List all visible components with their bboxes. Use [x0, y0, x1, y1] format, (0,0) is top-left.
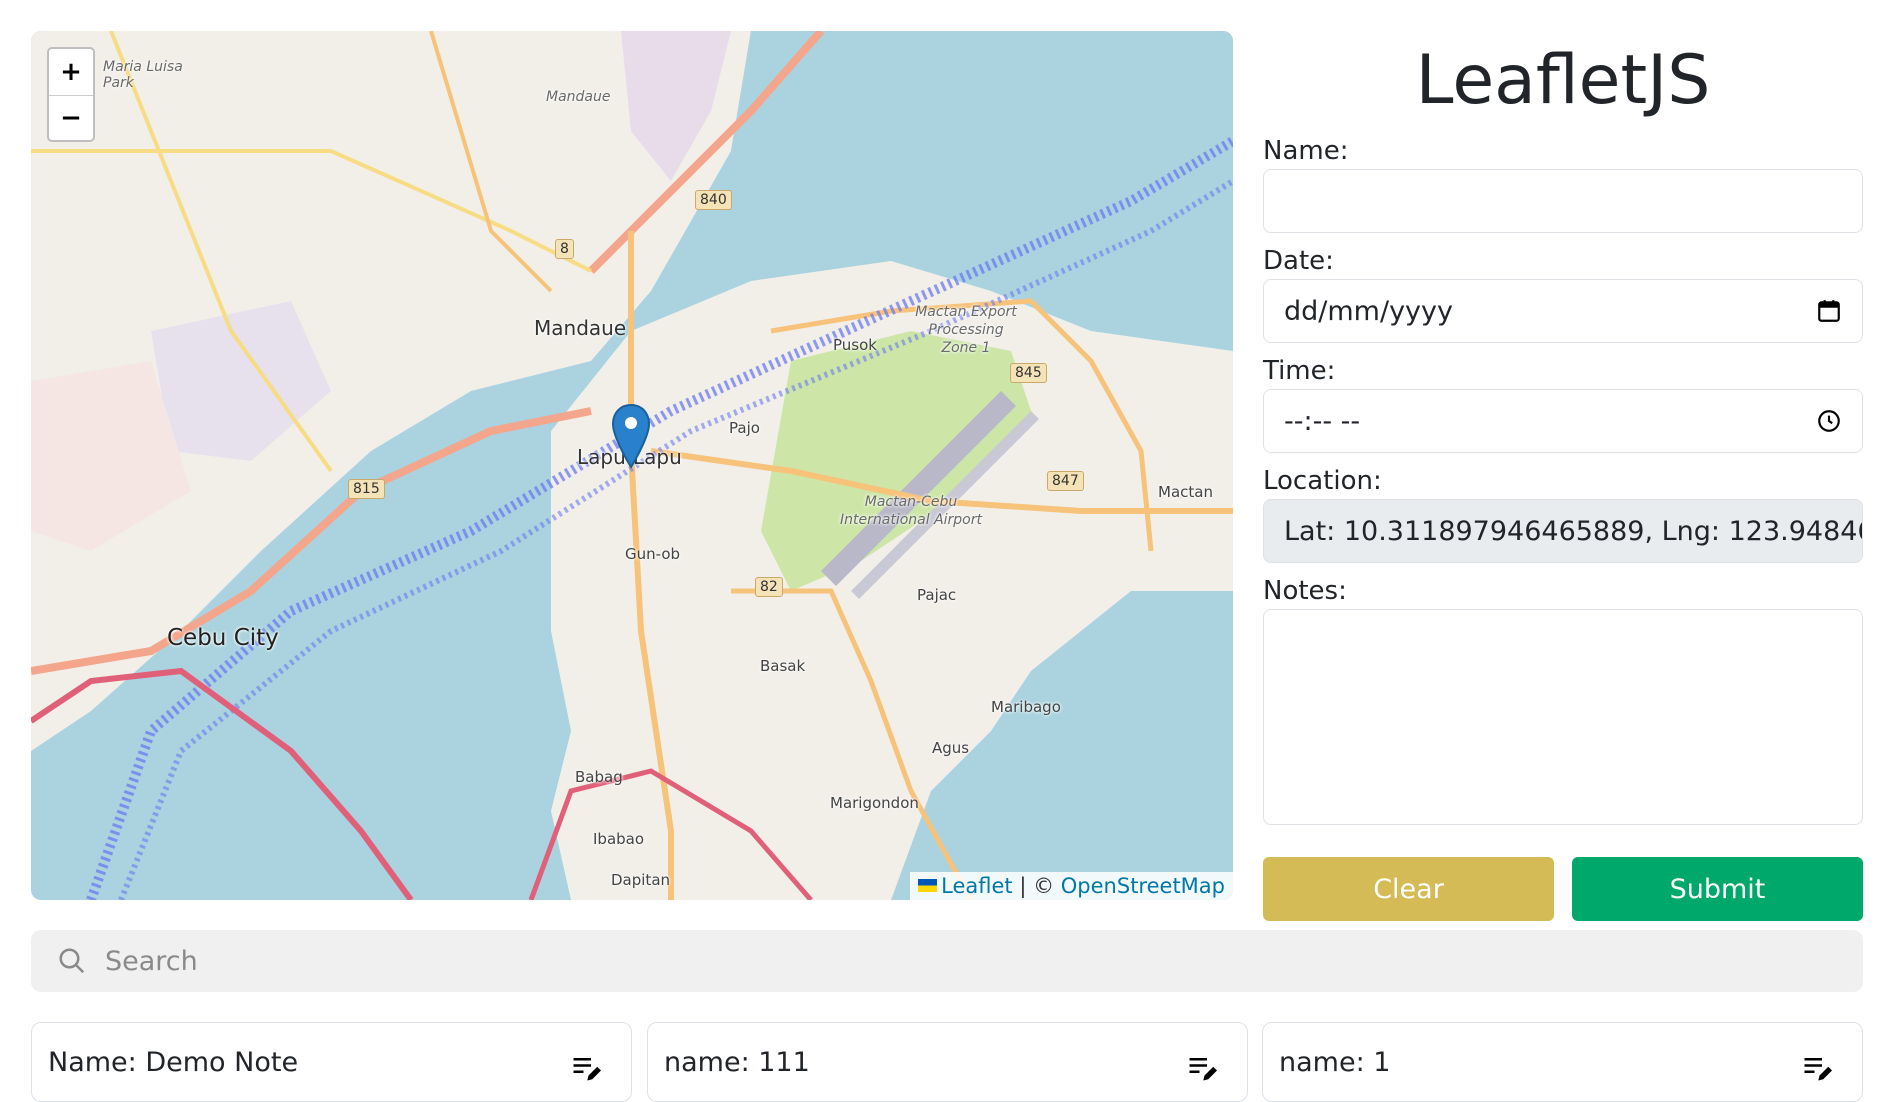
map-label-ibabao: Ibabao: [593, 830, 645, 848]
road-shield: 8: [555, 239, 574, 259]
road-shield: 840: [695, 190, 732, 210]
map-label-agus: Agus: [932, 739, 970, 757]
map-label-mandaue-small: Mandaue: [546, 89, 611, 105]
map-attribution: Leaflet | © OpenStreetMap: [910, 872, 1233, 900]
road-shield: 815: [348, 479, 385, 499]
note-card: name: 111: [647, 1022, 1248, 1102]
note-card-title: Name: Demo Note: [48, 1047, 299, 1078]
attribution-separator: | ©: [1019, 874, 1055, 898]
date-input[interactable]: dd/mm/yyyy: [1263, 279, 1863, 343]
map-label-maria-luisa: Maria Luisa Park: [103, 59, 183, 91]
clock-icon[interactable]: [1816, 408, 1842, 434]
map-label-mandaue: Mandaue: [534, 316, 627, 340]
note-card: Name: Demo Note: [31, 1022, 632, 1102]
road-shield: 847: [1047, 471, 1084, 491]
map-label-pajo: Pajo: [729, 419, 760, 437]
date-label: Date:: [1263, 246, 1334, 276]
notes-label: Notes:: [1263, 576, 1347, 606]
openstreetmap-link[interactable]: OpenStreetMap: [1061, 874, 1225, 898]
page-title: LeafletJS: [1415, 41, 1711, 120]
name-input[interactable]: [1263, 169, 1863, 233]
notes-textarea[interactable]: [1263, 609, 1863, 825]
map-label-pusok: Pusok: [833, 336, 877, 354]
map-label-mepz: Mactan Export Processing Zone 1: [915, 304, 1017, 356]
road-shield: 82: [755, 577, 783, 597]
map-label-basak: Basak: [760, 657, 806, 675]
location-input[interactable]: Lat: 10.311897946465889, Lng: 123.948466…: [1263, 499, 1863, 563]
calendar-icon[interactable]: [1816, 298, 1842, 324]
ukraine-flag-icon: [918, 878, 938, 892]
zoom-out-button[interactable]: −: [49, 94, 93, 141]
map-label-mactan: Mactan: [1158, 483, 1213, 501]
map-container[interactable]: + − Maria Luisa Park Mandaue Mandaue Lap…: [31, 31, 1233, 900]
map-label-cebu-city: Cebu City: [167, 625, 279, 651]
note-card-title: name: 111: [664, 1047, 810, 1078]
submit-button[interactable]: Submit: [1572, 857, 1863, 921]
note-card: name: 1: [1262, 1022, 1863, 1102]
map-label-marigondon: Marigondon: [830, 794, 919, 812]
note-card-title: name: 1: [1279, 1047, 1391, 1078]
leaflet-link[interactable]: Leaflet: [941, 874, 1013, 898]
time-label: Time:: [1263, 356, 1336, 386]
location-marker-icon[interactable]: [611, 403, 651, 469]
name-label: Name:: [1263, 136, 1349, 166]
location-label: Location:: [1263, 466, 1382, 496]
time-placeholder: --:-- --: [1284, 405, 1361, 437]
date-placeholder: dd/mm/yyyy: [1284, 295, 1453, 327]
search-input[interactable]: Search: [105, 946, 198, 977]
search-bar[interactable]: Search: [31, 930, 1863, 992]
map-label-gun-ob: Gun-ob: [625, 545, 681, 563]
map-label-maribago: Maribago: [991, 698, 1061, 716]
zoom-in-button[interactable]: +: [49, 49, 93, 95]
time-input[interactable]: --:-- --: [1263, 389, 1863, 453]
map-label-dapitan: Dapitan: [611, 871, 671, 889]
map-label-babag: Babag: [575, 768, 623, 786]
search-icon: [59, 948, 85, 974]
zoom-control: + −: [47, 47, 95, 142]
map-label-pajac: Pajac: [917, 586, 957, 604]
map-label-airport: Mactan-Cebu International Airport: [840, 494, 982, 528]
road-shield: 845: [1010, 363, 1047, 383]
note-form: LeafletJS Name: Date: dd/mm/yyyy Time: -…: [1263, 31, 1863, 921]
clear-button[interactable]: Clear: [1263, 857, 1554, 921]
